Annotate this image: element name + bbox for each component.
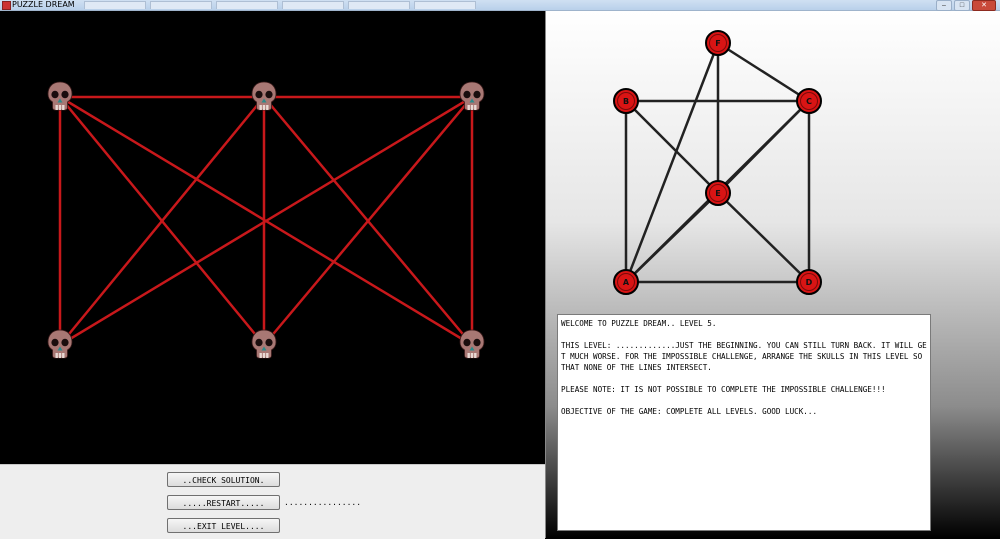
puzzle-board (0, 11, 545, 464)
graph-node-b: B (613, 88, 639, 114)
svg-text:D: D (806, 278, 813, 287)
svg-text:F: F (715, 39, 720, 48)
taskbar-tab (348, 1, 410, 9)
skull-node-bottom-left[interactable] (45, 328, 75, 362)
maximize-button[interactable]: □ (954, 0, 970, 11)
exit-level-button[interactable]: ...EXIT LEVEL.... (167, 518, 280, 533)
svg-text:E: E (715, 189, 720, 198)
graph-node-c: C (796, 88, 822, 114)
note-text: PLEASE NOTE: IT IS NOT POSSIBLE TO COMPL… (561, 385, 886, 394)
graph-edge (624, 99, 720, 195)
preview-graph: F B C E A D (613, 30, 822, 295)
graph-node-d: D (796, 269, 822, 295)
skull-icon (47, 81, 73, 111)
skull-icon (251, 329, 277, 359)
graph-edge (716, 191, 811, 284)
graph-node-f: F (705, 30, 731, 56)
skull-icon (459, 81, 485, 111)
skull-node-top-middle[interactable] (249, 80, 279, 114)
objective-text: OBJECTIVE OF THE GAME: COMPLETE ALL LEVE… (561, 407, 818, 416)
minimize-button[interactable]: – (936, 0, 952, 11)
close-button[interactable]: ✕ (972, 0, 996, 11)
window-title: PUZZLE DREAM (12, 0, 75, 9)
taskbar-tab (216, 1, 278, 9)
welcome-text: WELCOME TO PUZZLE DREAM.. LEVEL 5. (561, 319, 717, 328)
svg-text:A: A (623, 278, 630, 287)
skull-node-top-left[interactable] (45, 80, 75, 114)
graph-node-e: E (705, 180, 731, 206)
skull-icon (459, 329, 485, 359)
graph-node-a: A (613, 269, 639, 295)
edge-layer (58, 95, 474, 347)
svg-text:C: C (806, 97, 812, 106)
graph-edge (624, 191, 720, 284)
graph-edge (716, 41, 811, 103)
taskbar-tab (150, 1, 212, 9)
window-title-bar: PUZZLE DREAM – □ ✕ (0, 0, 1000, 11)
graph-edge (624, 41, 720, 284)
restart-button[interactable]: .....RESTART..... (167, 495, 280, 510)
info-text-area[interactable]: WELCOME TO PUZZLE DREAM.. LEVEL 5. THIS … (557, 314, 931, 531)
taskbar-tab (282, 1, 344, 9)
control-panel: ..CHECK SOLUTION. .....RESTART..... ....… (0, 464, 545, 539)
skull-icon (251, 81, 277, 111)
skull-node-bottom-middle[interactable] (249, 328, 279, 362)
skull-icon (47, 329, 73, 359)
svg-text:B: B (623, 97, 629, 106)
check-solution-button[interactable]: ..CHECK SOLUTION. (167, 472, 280, 487)
skull-node-top-right[interactable] (457, 80, 487, 114)
taskbar-tab (84, 1, 146, 9)
skull-node-bottom-right[interactable] (457, 328, 487, 362)
taskbar-tab (414, 1, 476, 9)
status-text: ................ (284, 498, 362, 507)
level-description: THIS LEVEL: .............JUST THE BEGINN… (561, 341, 927, 372)
app-icon (2, 1, 11, 10)
